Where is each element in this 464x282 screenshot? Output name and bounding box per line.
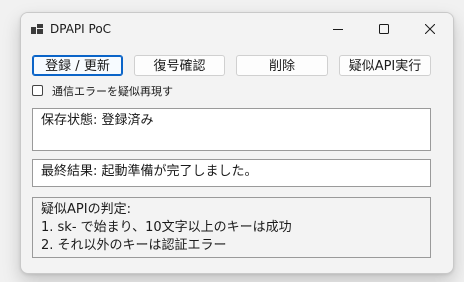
rules-line-2: 2. それ以外のキーは認証エラー [41,238,227,253]
delete-button[interactable]: 削除 [236,55,328,76]
window-title: DPAPI PoC [50,22,112,36]
register-update-button[interactable]: 登録 / 更新 [32,55,123,76]
save-status-field: 保存状態: 登録済み [32,108,431,151]
final-result-text: 最終結果: 起動準備が完了しました。 [41,164,258,179]
save-status-text: 保存状態: 登録済み [41,113,154,128]
decrypt-check-button[interactable]: 復号確認 [134,55,225,76]
rules-line-1: 1. sk- で始まり、10文字以上のキーは成功 [41,220,292,235]
simulate-auth-error-label[interactable]: 通信エラーを疑似再現す [52,84,173,100]
title-bar[interactable]: DPAPI PoC [21,13,453,45]
rules-heading: 疑似APIの判定: [41,202,131,217]
mock-api-rules-panel: 疑似APIの判定: 1. sk- で始まり、10文字以上のキーは成功 2. それ… [32,197,431,258]
app-window: DPAPI PoC 登録 / 更新 復号確認 削除 疑似API実行 通信エラーを… [20,12,454,274]
app-window-icon [31,24,43,34]
maximize-button[interactable] [361,13,407,45]
close-button[interactable] [407,13,453,45]
simulate-auth-error-checkbox[interactable] [32,85,43,96]
minimize-button[interactable] [315,13,361,45]
maximize-icon [379,24,389,34]
mock-api-execute-button[interactable]: 疑似API実行 [339,55,431,76]
final-result-field: 最終結果: 起動準備が完了しました。 [32,159,431,187]
close-icon [425,24,435,34]
minimize-icon [333,29,343,30]
